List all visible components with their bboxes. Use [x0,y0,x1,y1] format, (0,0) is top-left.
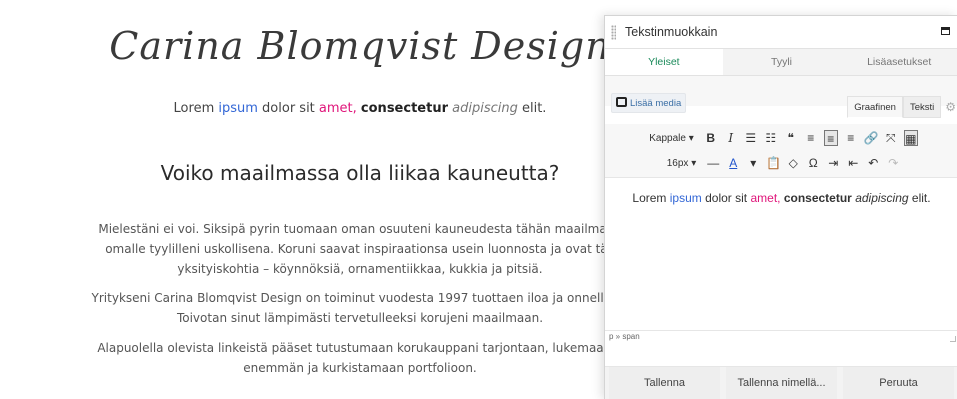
drag-handle-icon[interactable] [611,25,616,40]
editor-tabs: Yleiset Tyyli Lisäasetukset [605,49,957,76]
tab-advanced[interactable]: Lisäasetukset [840,49,957,75]
element-path[interactable]: p » span [609,332,640,341]
formatting-toolbar: Kappale ▾ B I ☰ ☷ ❝ ≡ ≡ ≡ 🔗 ⤧ ▦ 16px ▾ —… [605,124,957,178]
save-button[interactable]: Tallenna [609,367,720,399]
fullscreen-icon[interactable]: ⤧ [884,130,898,146]
italic-icon[interactable]: I [724,130,738,146]
resize-handle-icon[interactable] [950,336,956,342]
tab-text[interactable]: Teksti [902,96,942,118]
add-media-button[interactable]: Lisää media [611,93,687,113]
tab-general[interactable]: Yleiset [605,49,723,75]
save-as-button[interactable]: Tallenna nimellä... [726,367,837,399]
tab-style[interactable]: Tyyli [723,49,841,75]
content-text: elit. [908,191,931,205]
media-icon [616,97,627,107]
align-right-icon[interactable]: ≡ [844,130,858,146]
numbered-list-icon[interactable]: ☷ [764,130,778,146]
indent-icon[interactable]: ⇥ [826,155,840,171]
special-character-icon[interactable]: Ω [806,155,820,171]
font-size-label: 16px [666,157,689,169]
bulleted-list-icon[interactable]: ☰ [744,130,758,146]
maximize-icon[interactable] [941,27,950,35]
media-row: Lisää media Graafinen Teksti ⚙ [605,76,957,118]
tagline-text: dolor sit [257,101,319,116]
tab-visual[interactable]: Graafinen [847,96,903,118]
align-left-icon[interactable]: ≡ [804,130,818,146]
editor-content-area[interactable]: Lorem ipsum dolor sit amet, consectetur … [605,179,957,330]
content-word-bold: consectetur [783,191,852,205]
tagline-word-bold: consectetur [360,101,448,116]
paragraph-format-label: Kappale [649,132,686,144]
bold-icon[interactable]: B [704,130,718,146]
text-editor-panel: Tekstinmuokkain Yleiset Tyyli Lisäasetuk… [604,15,957,399]
paste-as-text-icon[interactable]: 📋 [766,155,781,171]
toolbar-row-1: Kappale ▾ B I ☰ ☷ ❝ ≡ ≡ ≡ 🔗 ⤧ ▦ [605,126,957,150]
tagline-text: elit. [517,101,547,116]
help-icon[interactable]: ⚙ [941,96,957,118]
content-word-pink: amet, [750,191,781,205]
clear-formatting-icon[interactable]: ◇ [786,155,800,171]
editor-footer: Tallenna Tallenna nimellä... Peruuta [605,366,957,399]
blockquote-icon[interactable]: ❝ [784,130,798,146]
editor-mode-tabs: Graafinen Teksti ⚙ [847,96,957,118]
outdent-icon[interactable]: ⇤ [846,155,860,171]
tagline-text: Lorem [173,101,219,116]
text-color-icon[interactable]: A [726,155,740,171]
editor-statusbar: p » span [605,330,957,343]
text-color-dropdown-icon[interactable]: ▾ [746,155,760,171]
redo-icon[interactable]: ↷ [886,155,900,171]
editor-header[interactable]: Tekstinmuokkain [605,16,957,49]
toolbar-row-2: 16px ▾ — A ▾ 📋 ◇ Ω ⇥ ⇤ ↶ ↷ [605,151,957,175]
align-center-icon[interactable]: ≡ [823,130,838,146]
add-media-label: Lisää media [630,98,682,109]
font-size-select[interactable]: 16px ▾ [663,156,701,171]
horizontal-line-icon[interactable]: — [706,155,720,171]
content-text: Lorem [632,191,670,205]
editor-title: Tekstinmuokkain [625,25,718,39]
tagline-word-blue: ipsum [218,101,258,116]
content-text: dolor sit [701,191,751,205]
tagline-word-pink: amet, [318,101,357,116]
toolbar-toggle-icon[interactable]: ▦ [903,130,918,146]
tagline-word-italic: adipiscing [452,101,518,116]
link-icon[interactable]: 🔗 [864,130,879,146]
undo-icon[interactable]: ↶ [866,155,880,171]
content-word-italic: adipiscing [855,191,909,205]
content-word-blue: ipsum [669,191,702,205]
cancel-button[interactable]: Peruuta [843,367,954,399]
paragraph-format-select[interactable]: Kappale ▾ [645,131,698,146]
